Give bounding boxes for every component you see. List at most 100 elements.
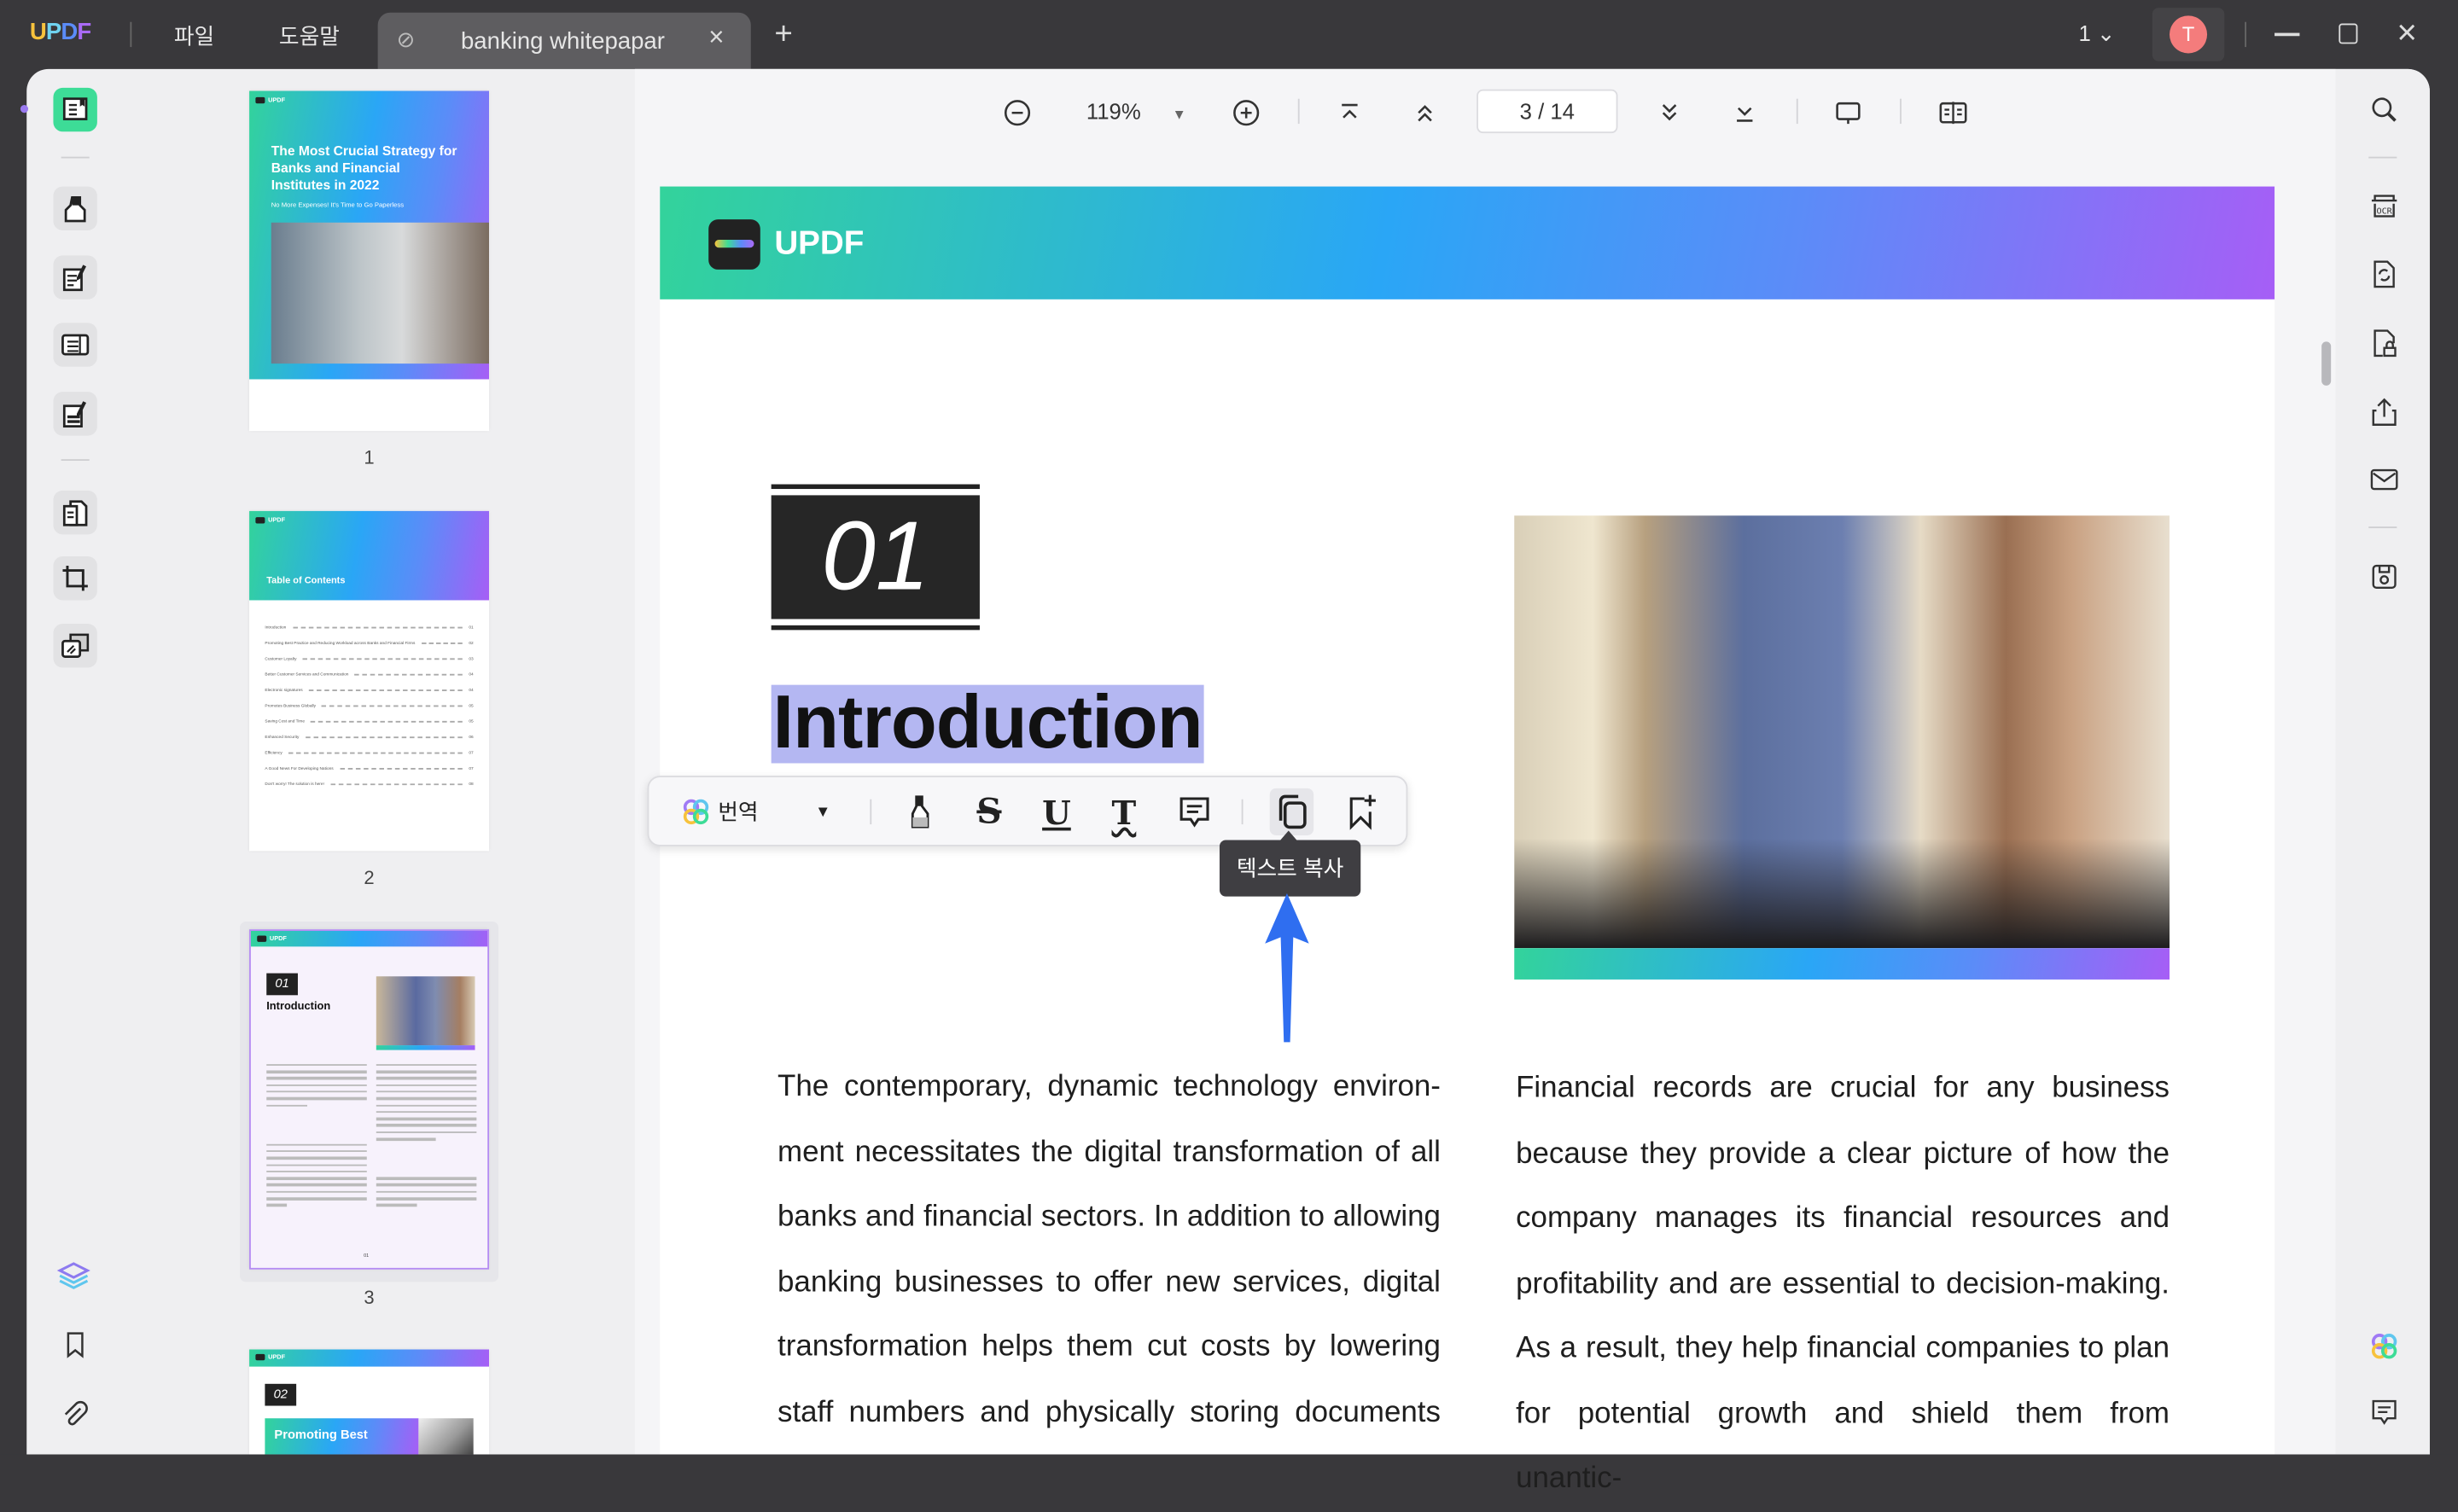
minimize-icon[interactable] (2275, 32, 2300, 36)
toc-page: 02 (469, 640, 474, 645)
ai-assistant-button[interactable] (2364, 1326, 2405, 1367)
last-page-icon (1737, 107, 1753, 122)
page-separator: / (1538, 98, 1545, 125)
last-page-button[interactable] (1727, 96, 1762, 130)
toc-page: 06 (469, 734, 474, 740)
presentation-button[interactable] (1831, 96, 1865, 130)
bookmark-button[interactable] (61, 1330, 90, 1366)
toc-leader (421, 642, 463, 643)
thumb-footer: 01 (364, 1252, 370, 1259)
sign-tool-button[interactable] (53, 392, 97, 436)
highlight-button[interactable] (901, 793, 939, 830)
vertical-scrollbar-thumb[interactable] (2321, 341, 2332, 386)
email-button[interactable] (2364, 459, 2405, 500)
toc-label: Introduction (265, 624, 287, 630)
form-tool-button[interactable] (53, 323, 97, 367)
file-lock-icon (2374, 329, 2397, 358)
attachment-button[interactable] (60, 1399, 90, 1437)
toc-row: Efficiency 07 (249, 744, 489, 759)
text-line: banks and financial sectors. In addition… (778, 1200, 1441, 1234)
left-column-text[interactable]: The contemporary, dynamic technology env… (778, 1055, 1441, 1445)
right-column-text[interactable]: Financial records are crucial for any bu… (1516, 1056, 2170, 1512)
avatar[interactable]: T (2152, 8, 2225, 61)
divider (2368, 156, 2397, 159)
toc-row: Promoting Best Practice and Reducing Wor… (249, 635, 489, 650)
thumb-title: Promoting Best (274, 1428, 368, 1442)
squiggly-button[interactable]: T (1105, 792, 1143, 831)
crop-button[interactable] (53, 556, 97, 601)
strikethrough-button[interactable]: S (970, 792, 1008, 833)
toc-leader (322, 704, 463, 707)
comments-panel-button[interactable] (2364, 1392, 2405, 1433)
organize-pages-button[interactable] (53, 490, 97, 535)
text-line: for potential growth and shield them fro… (1516, 1397, 2170, 1496)
toc-row: A Good News For Developing Nations 07 (249, 760, 489, 776)
thumb-page-number: 3 (364, 1286, 375, 1309)
background-icon (61, 633, 90, 658)
zoom-in-icon (1233, 100, 1260, 126)
zoom-out-button[interactable] (1000, 96, 1034, 130)
bookmark-add-button[interactable] (1342, 793, 1379, 830)
section-number-box: 01 (771, 484, 980, 631)
restore-icon[interactable] (2339, 23, 2358, 44)
thumbnail-page-2[interactable]: UPDF Table of Contents Introduction 01 Pro… (249, 510, 490, 852)
menu-file[interactable]: 파일 (174, 20, 214, 52)
copy-text-button[interactable] (1269, 788, 1314, 835)
share-icon (2372, 398, 2397, 426)
protect-button[interactable] (2364, 323, 2405, 363)
form-icon (61, 334, 90, 356)
search-icon (2372, 97, 2397, 122)
translate-dropdown[interactable]: ▼ (804, 793, 842, 830)
divider (2245, 21, 2246, 48)
next-page-button[interactable] (1652, 96, 1686, 130)
toc-row: Saving Cost and Time 05 (249, 713, 489, 729)
underline-button[interactable]: U (1038, 792, 1075, 831)
toc-row: Customer Loyalty 03 (249, 650, 489, 666)
section-heading[interactable]: Introduction (771, 684, 1204, 764)
toc-label: Customer Loyalty (265, 655, 297, 661)
toc-page: 05 (469, 702, 474, 708)
toc-leader (302, 657, 463, 660)
ocr-button[interactable]: OCR (2364, 185, 2405, 226)
layers-button[interactable] (56, 1259, 94, 1296)
divider (1900, 98, 1902, 125)
toc-leader (339, 767, 463, 769)
signature-icon (62, 401, 87, 427)
convert-button[interactable] (2364, 254, 2405, 295)
search-button[interactable] (2364, 90, 2405, 131)
toc-leader (288, 751, 463, 753)
thumb-page-number: 1 (364, 446, 375, 469)
translate-label: 번역 (718, 799, 759, 825)
toc-page: 04 (469, 672, 474, 677)
watermark-button[interactable] (53, 624, 97, 668)
comment-tool-button[interactable] (53, 186, 97, 230)
thumbnail-page-3[interactable]: UPDF 01 Introduction 01 (249, 929, 490, 1270)
reader-mode-button[interactable] (53, 87, 97, 132)
save-button[interactable] (2364, 556, 2405, 597)
thumb-title: Introduction (266, 1001, 331, 1013)
thumbnail-page-1[interactable]: UPDF The Most Crucial Strategy for Banks… (249, 90, 490, 432)
thumbnail-page-4[interactable]: UPDF 02 Promoting Best (249, 1349, 490, 1455)
menu-help[interactable]: 도움말 (279, 20, 340, 52)
close-window-icon[interactable]: × (2397, 13, 2417, 54)
chevron-down-icon: ⌄ (2096, 20, 2116, 46)
ai-translate-icon (683, 799, 709, 825)
window-count[interactable]: 1 ⌄ (2078, 20, 2115, 47)
edit-tool-button[interactable] (53, 255, 97, 299)
current-page: 3 (1519, 98, 1532, 125)
plus-icon[interactable]: + (774, 19, 792, 50)
pages-icon (62, 500, 88, 526)
zoom-level-select[interactable]: 119% ▼ (1086, 99, 1186, 124)
previous-page-button[interactable] (1407, 96, 1442, 130)
share-button[interactable] (2364, 392, 2405, 433)
first-page-button[interactable] (1332, 96, 1366, 130)
thumb-title: Table of Contents (266, 576, 346, 586)
close-icon[interactable]: × (708, 22, 724, 54)
document-tab[interactable]: ⊘ banking whitepapar × (377, 12, 751, 69)
zoom-in-button[interactable] (1229, 96, 1263, 130)
page-layout-button[interactable] (1934, 96, 1972, 130)
add-note-button[interactable] (1176, 793, 1214, 830)
translate-button[interactable]: 번역 (680, 793, 774, 830)
page-number-input[interactable]: 3 / 14 (1477, 89, 1618, 134)
zoom-value: 119% (1086, 98, 1141, 125)
